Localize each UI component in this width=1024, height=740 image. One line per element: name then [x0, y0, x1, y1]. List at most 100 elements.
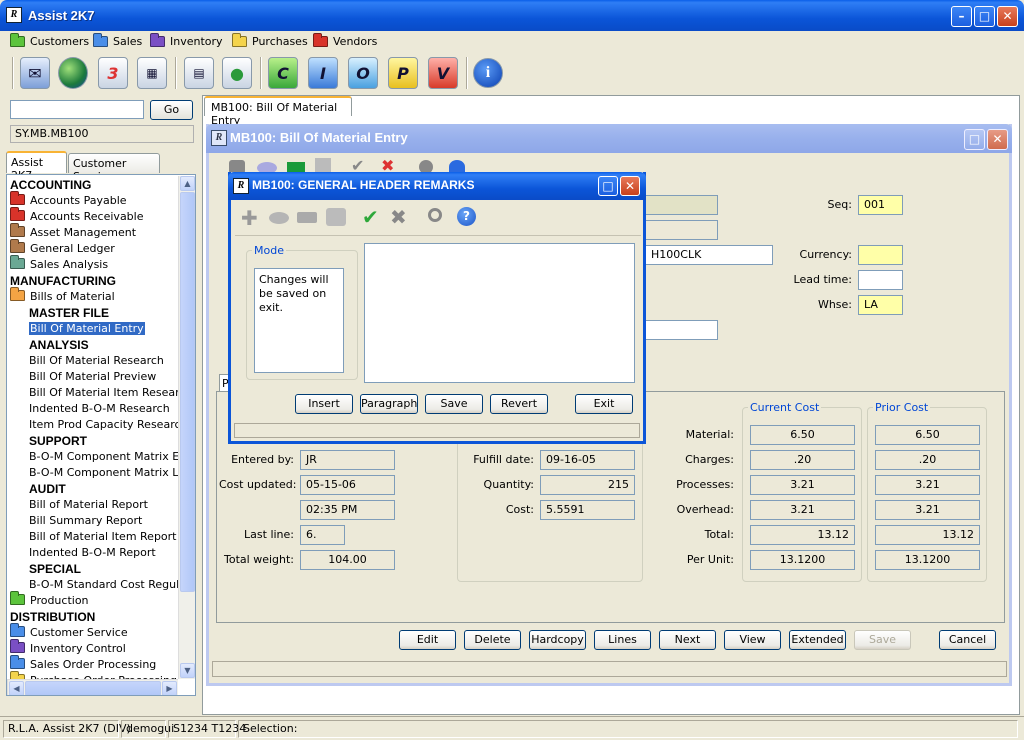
whse-field[interactable]: LA: [858, 295, 903, 315]
tree-folder[interactable]: Asset Management: [10, 223, 136, 241]
scroll-thumb[interactable]: [25, 681, 161, 695]
status-session: S1234 T1234: [168, 720, 246, 738]
tree-horizontal-scrollbar[interactable]: ◀ ▶: [7, 679, 178, 695]
tree-label: DISTRIBUTION: [10, 610, 96, 624]
dialog-maximize-button[interactable]: □: [598, 176, 618, 196]
tree-vertical-scrollbar[interactable]: ▲ ▼: [178, 176, 195, 679]
document-icon[interactable]: ▤: [184, 57, 214, 89]
tree-folder[interactable]: Customer Service: [10, 623, 128, 641]
tree-item[interactable]: B-O-M Component Matrix List: [29, 465, 191, 481]
tab-assist-2k7[interactable]: Assist 2K7: [6, 151, 67, 182]
calculator-icon[interactable]: ▦: [137, 57, 167, 89]
save-button[interactable]: Save: [854, 630, 911, 650]
cost-row-label: Charges:: [685, 453, 734, 466]
tree-folder[interactable]: Sales Analysis: [10, 255, 108, 273]
lead-time-field[interactable]: [858, 270, 903, 290]
tree-folder[interactable]: Production: [10, 591, 89, 609]
scroll-down-icon[interactable]: ▼: [180, 663, 195, 678]
info-icon[interactable]: i: [473, 58, 503, 88]
tree-item[interactable]: Bill of Material Report: [29, 497, 148, 513]
tab-customer-service[interactable]: Customer Service: [68, 153, 160, 183]
tree-item[interactable]: Bill of Material Item Report: [29, 529, 177, 545]
vendors-v-icon[interactable]: V: [428, 57, 458, 89]
item-field[interactable]: H100CLK: [645, 245, 773, 265]
tree-folder[interactable]: Accounts Payable: [10, 191, 127, 209]
tree-item[interactable]: B-O-M Standard Cost Regulato: [29, 577, 195, 593]
menu-sales[interactable]: Sales: [93, 32, 142, 49]
help-icon[interactable]: ?: [457, 207, 476, 226]
paragraph-button[interactable]: Paragraph: [360, 394, 418, 414]
tree-item[interactable]: Bill Of Material Entry: [29, 321, 145, 337]
bom-maximize-button[interactable]: □: [964, 129, 985, 150]
tree-label: ANALYSIS: [29, 338, 89, 352]
menu-vendors[interactable]: Vendors: [313, 32, 377, 49]
tree-item[interactable]: B-O-M Component Matrix Entry: [29, 449, 195, 465]
tree-item[interactable]: Bill Of Material Research: [29, 353, 164, 369]
print-icon[interactable]: [326, 208, 346, 226]
menu-purchases[interactable]: Purchases: [232, 32, 308, 49]
scroll-left-icon[interactable]: ◀: [9, 681, 24, 695]
extended-button[interactable]: Extended: [789, 630, 846, 650]
add-icon[interactable]: ✚: [241, 208, 258, 228]
globe-icon[interactable]: [58, 57, 88, 89]
seq-label: Seq:: [827, 198, 852, 211]
erase-icon[interactable]: [269, 212, 289, 224]
tree-folder[interactable]: Bills of Material: [10, 287, 115, 305]
exit-button[interactable]: Exit: [575, 394, 633, 414]
tree-folder[interactable]: Inventory Control: [10, 639, 126, 657]
tree-item[interactable]: Bill Of Material Item Research: [29, 385, 192, 401]
cancel-button[interactable]: Cancel: [939, 630, 996, 650]
search-icon[interactable]: [428, 208, 442, 222]
delete-button[interactable]: Delete: [464, 630, 521, 650]
currency-field[interactable]: [858, 245, 903, 265]
edit-button[interactable]: Edit: [399, 630, 456, 650]
orders-o-icon[interactable]: O: [348, 57, 378, 89]
minimize-button[interactable]: –: [951, 6, 972, 27]
tree-item[interactable]: Item Prod Capacity Research: [29, 417, 188, 433]
tree-item[interactable]: Indented B-O-M Research: [29, 401, 170, 417]
tree-label: Bill Of Material Entry: [29, 322, 145, 335]
tree-folder[interactable]: General Ledger: [10, 239, 115, 257]
mail-icon[interactable]: ✉: [20, 57, 50, 89]
delete-icon[interactable]: [297, 212, 317, 223]
tree-item[interactable]: Indented B-O-M Report: [29, 545, 156, 561]
tree-label: SPECIAL: [29, 562, 82, 576]
tree-item[interactable]: Bill Summary Report: [29, 513, 142, 529]
dialog-close-button[interactable]: ✕: [620, 176, 640, 196]
bom-close-button[interactable]: ✕: [987, 129, 1008, 150]
cancel-icon[interactable]: ✖: [390, 205, 407, 229]
scroll-up-icon[interactable]: ▲: [180, 176, 195, 191]
calendar-icon[interactable]: 3: [98, 57, 128, 89]
hardcopy-button[interactable]: Hardcopy: [529, 630, 586, 650]
go-button[interactable]: Go: [150, 100, 193, 120]
remarks-textarea[interactable]: [364, 243, 635, 383]
cost-field: 5.5591: [540, 500, 635, 520]
maximize-button[interactable]: □: [974, 6, 995, 27]
bom-window-title-bar[interactable]: R MB100: Bill Of Material Entry □ ✕: [206, 124, 1012, 153]
close-button[interactable]: ✕: [997, 6, 1018, 27]
lines-button[interactable]: Lines: [594, 630, 651, 650]
chart-icon[interactable]: ●: [222, 57, 252, 89]
tab-bom-entry[interactable]: MB100: Bill Of Material Entry: [204, 96, 352, 127]
view-button[interactable]: View: [724, 630, 781, 650]
tree-folder[interactable]: Sales Order Processing: [10, 655, 156, 673]
scroll-right-icon[interactable]: ▶: [162, 681, 177, 695]
dialog-title-bar[interactable]: R MB100: GENERAL HEADER REMARKS □ ✕: [228, 172, 646, 200]
next-button[interactable]: Next: [659, 630, 716, 650]
purchases-p-icon[interactable]: P: [388, 57, 418, 89]
check-icon[interactable]: ✔: [362, 205, 379, 229]
save-button[interactable]: Save: [425, 394, 483, 414]
menu-inventory[interactable]: Inventory: [150, 32, 223, 49]
customers-c-icon[interactable]: C: [268, 57, 298, 89]
revert-button[interactable]: Revert: [490, 394, 548, 414]
insert-button[interactable]: Insert: [295, 394, 353, 414]
seq-field[interactable]: 001: [858, 195, 903, 215]
tree-folder[interactable]: Accounts Receivable: [10, 207, 144, 225]
app-title-bar[interactable]: R Assist 2K7 – □ ✕: [0, 0, 1024, 31]
search-input[interactable]: [10, 100, 144, 119]
header-field-4[interactable]: [645, 320, 718, 340]
tree-item[interactable]: Bill Of Material Preview: [29, 369, 156, 385]
menu-customers[interactable]: Customers: [10, 32, 89, 49]
scroll-thumb[interactable]: [180, 192, 195, 592]
inventory-i-icon[interactable]: I: [308, 57, 338, 89]
